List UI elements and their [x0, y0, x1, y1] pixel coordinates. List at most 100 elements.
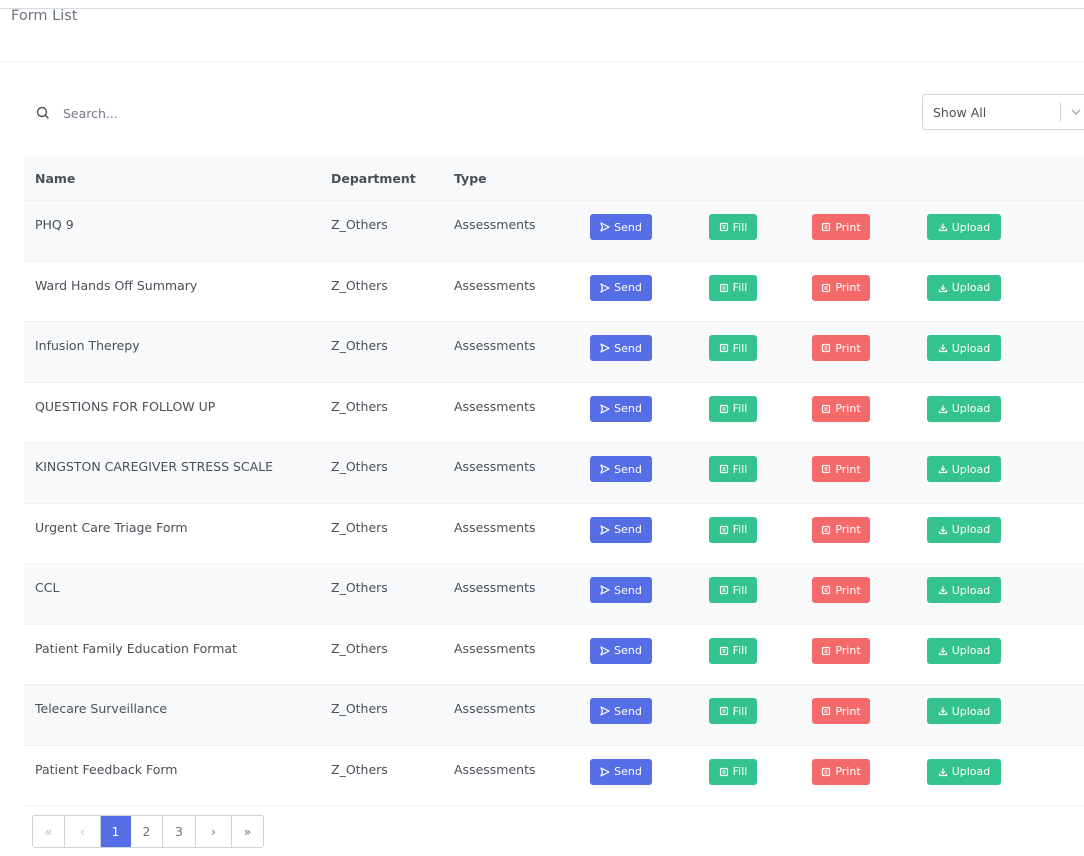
fill-button[interactable]: Fill — [709, 274, 757, 301]
cell-name: Ward Hands Off Summary — [35, 277, 198, 293]
send-button-label: Send — [614, 704, 642, 718]
print-button[interactable]: Print — [812, 395, 870, 422]
fill-button-label: Fill — [732, 644, 748, 657]
upload-button-label: Upload — [951, 402, 991, 415]
send-button[interactable]: Send — [590, 637, 652, 664]
print-button[interactable]: Print — [812, 698, 870, 724]
column-header-department: Department — [331, 171, 416, 186]
upload-button[interactable]: Upload — [927, 395, 1001, 422]
send-button[interactable]: Send — [590, 214, 652, 240]
column-header-type: Type — [454, 171, 487, 186]
print-button[interactable]: Print — [812, 637, 870, 664]
upload-icon — [938, 464, 948, 474]
send-button-label: Send — [614, 462, 642, 476]
send-button-label: Send — [614, 644, 642, 657]
fill-button[interactable]: Fill — [709, 577, 757, 603]
print-button-label: Print — [835, 523, 861, 536]
fill-button[interactable]: Fill — [709, 698, 757, 724]
upload-button[interactable]: Upload — [927, 516, 1001, 543]
form-icon — [719, 404, 729, 414]
upload-icon — [938, 646, 948, 656]
send-button[interactable]: Send — [590, 456, 652, 482]
pagination-next[interactable]: › — [196, 816, 232, 847]
fill-button[interactable]: Fill — [709, 637, 757, 664]
fill-button[interactable]: Fill — [709, 456, 757, 482]
cell-type: Assessments — [454, 338, 536, 353]
print-icon — [821, 585, 831, 595]
cell-type: Assessments — [454, 761, 536, 777]
print-button-label: Print — [835, 644, 861, 657]
pagination-page-1[interactable]: 1 — [101, 816, 131, 847]
upload-button-label: Upload — [951, 644, 991, 657]
cell-type: Assessments — [454, 640, 536, 656]
upload-icon — [938, 404, 948, 414]
form-icon — [719, 646, 729, 656]
send-button[interactable]: Send — [590, 577, 652, 603]
send-button[interactable]: Send — [590, 395, 652, 422]
upload-button-label: Upload — [951, 462, 991, 476]
fill-button[interactable]: Fill — [709, 758, 757, 785]
send-button[interactable]: Send — [590, 335, 652, 361]
print-icon — [821, 706, 831, 716]
send-button-label: Send — [614, 281, 642, 294]
form-list-page: Form List Show All Name Department Type … — [0, 0, 1084, 856]
pagination-prev[interactable]: ‹ — [65, 816, 101, 847]
print-button[interactable]: Print — [812, 274, 870, 301]
print-button[interactable]: Print — [812, 516, 870, 543]
print-button[interactable]: Print — [812, 758, 870, 785]
send-button[interactable]: Send — [590, 516, 652, 543]
print-button[interactable]: Print — [812, 577, 870, 603]
fill-button-label: Fill — [732, 704, 748, 718]
chevron-down-icon[interactable] — [1061, 105, 1084, 119]
table-row: PHQ 9 Z_Others Assessments Send Fill Print Upl… — [24, 201, 1084, 262]
upload-button[interactable]: Upload — [927, 214, 1001, 240]
fill-button-label: Fill — [732, 341, 748, 355]
cell-type: Assessments — [454, 580, 536, 595]
title-divider — [0, 61, 1084, 62]
search-bar — [35, 102, 335, 124]
send-button-label: Send — [614, 402, 642, 415]
upload-button[interactable]: Upload — [927, 274, 1001, 301]
fill-button[interactable]: Fill — [709, 214, 757, 240]
forms-table: Name Department Type PHQ 9 Z_Others Assess… — [24, 155, 1084, 806]
pagination-page-2[interactable]: 2 — [131, 816, 163, 847]
search-input[interactable] — [63, 105, 313, 121]
upload-button-label: Upload — [951, 765, 991, 778]
table-row: Infusion Therepy Z_Others Assessments Send F… — [24, 322, 1084, 383]
cell-department: Z_Others — [331, 217, 388, 232]
print-button[interactable]: Print — [812, 335, 870, 361]
send-button[interactable]: Send — [590, 698, 652, 724]
search-icon — [35, 105, 51, 121]
upload-icon — [938, 585, 948, 595]
upload-button-label: Upload — [951, 220, 991, 234]
table-row: Urgent Care Triage Form Z_Others Assessmen… — [24, 504, 1084, 564]
send-button[interactable]: Send — [590, 274, 652, 301]
upload-button[interactable]: Upload — [927, 335, 1001, 361]
fill-button[interactable]: Fill — [709, 335, 757, 361]
send-button[interactable]: Send — [590, 758, 652, 785]
print-button[interactable]: Print — [812, 456, 870, 482]
upload-button[interactable]: Upload — [927, 637, 1001, 664]
print-button[interactable]: Print — [812, 214, 870, 240]
send-icon — [600, 766, 610, 777]
fill-button[interactable]: Fill — [709, 516, 757, 543]
upload-button[interactable]: Upload — [927, 698, 1001, 724]
pagination-last[interactable]: » — [232, 816, 263, 847]
send-button-label: Send — [614, 220, 642, 234]
upload-button[interactable]: Upload — [927, 456, 1001, 482]
send-button-label: Send — [614, 523, 642, 536]
table-row: Ward Hands Off Summary Z_Others Assessment… — [24, 262, 1084, 322]
print-icon — [821, 525, 831, 535]
cell-department: Z_Others — [331, 459, 388, 474]
upload-button[interactable]: Upload — [927, 577, 1001, 603]
print-icon — [821, 343, 831, 353]
fill-button[interactable]: Fill — [709, 395, 757, 422]
form-icon — [719, 343, 729, 353]
filter-select[interactable]: Show All — [922, 94, 1084, 130]
pagination-first[interactable]: « — [33, 816, 65, 847]
table-body: PHQ 9 Z_Others Assessments Send Fill Print Upl… — [24, 201, 1084, 806]
form-icon — [719, 222, 729, 232]
pagination-page-3[interactable]: 3 — [163, 816, 196, 847]
upload-button[interactable]: Upload — [927, 758, 1001, 785]
send-icon — [600, 222, 610, 232]
